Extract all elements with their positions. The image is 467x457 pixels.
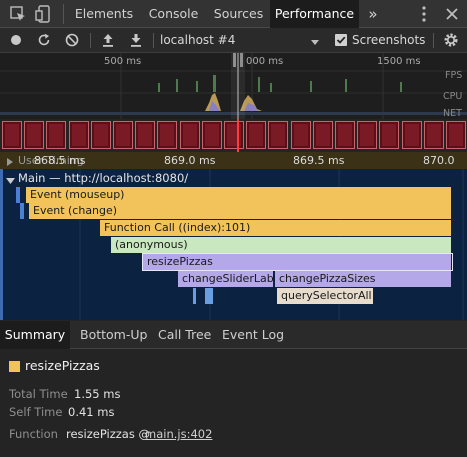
clear-icon[interactable] xyxy=(64,32,80,48)
summary-title: resizePizzas xyxy=(25,358,100,373)
net-track-label: NET xyxy=(443,108,462,119)
screenshot-thumbnail[interactable] xyxy=(357,121,378,149)
cpu-track-label: CPU xyxy=(443,91,463,102)
screenshots-checkbox[interactable] xyxy=(335,34,347,46)
screenshot-thumbnail[interactable] xyxy=(268,121,289,149)
details-tabbar: Summary Bottom-Up Call Tree Event Log xyxy=(0,321,467,349)
flame-event-change[interactable]: Event (change) xyxy=(29,203,452,219)
screenshot-thumbnail[interactable] xyxy=(335,121,355,149)
summary-panel: resizePizzas Total Time 1.55 ms Self Tim… xyxy=(0,349,467,457)
screenshot-thumbnail[interactable] xyxy=(290,121,311,149)
screenshot-thumbnail[interactable] xyxy=(157,121,178,149)
toolbar-divider xyxy=(90,33,91,48)
function-label: Function xyxy=(9,427,58,441)
category-swatch xyxy=(9,361,20,372)
tab-divider xyxy=(63,4,64,24)
toolbar-divider xyxy=(433,33,434,48)
main-thread-title[interactable]: Main — http://localhost:8080/ xyxy=(18,171,188,185)
function-name: resizePizzas @ xyxy=(66,427,150,441)
screenshot-thumbnail[interactable] xyxy=(113,121,133,149)
screenshot-thumbnail[interactable] xyxy=(224,121,244,149)
upload-icon[interactable] xyxy=(100,32,116,48)
flame-resize-pizzas[interactable]: resizePizzas xyxy=(142,253,453,271)
expand-arrow-icon[interactable] xyxy=(6,155,14,169)
settings-gear-icon[interactable] xyxy=(443,32,459,48)
devtools-tabbar: Elements Console Sources Performance » xyxy=(0,0,467,28)
tab-bottom-up[interactable]: Bottom-Up xyxy=(80,321,147,349)
flame-change-pizza-sizes[interactable]: changePizzaSizes xyxy=(275,271,452,287)
tab-console[interactable]: Console xyxy=(140,0,207,28)
time-ruler: User Timing 868.5 ms 869.0 ms 869.5 ms 8… xyxy=(0,152,467,169)
tab-sources[interactable]: Sources xyxy=(207,0,270,28)
timeline-overview[interactable]: 500 ms 000 ms 1500 ms FPS CPU NET xyxy=(0,53,467,119)
screenshots-label[interactable]: Screenshots xyxy=(352,33,425,47)
tab-call-tree[interactable]: Call Tree xyxy=(158,321,211,349)
function-source-link[interactable]: main.js:402 xyxy=(145,427,212,441)
playhead-marker xyxy=(237,119,239,152)
screenshot-thumbnail[interactable] xyxy=(201,121,222,149)
ruler-mark: 868.5 ms xyxy=(34,154,86,167)
screenshot-thumbnail[interactable] xyxy=(179,121,200,149)
screenshot-thumbnail[interactable] xyxy=(446,121,466,149)
flame-anonymous[interactable]: (anonymous) xyxy=(111,237,452,253)
toolbar-divider xyxy=(153,33,154,48)
screenshot-thumbnail[interactable] xyxy=(135,121,156,149)
flame-change-slider-label[interactable]: changeSliderLabel xyxy=(178,271,274,287)
flame-marker[interactable] xyxy=(20,203,24,219)
ruler-mark: 869.5 ms xyxy=(293,154,345,167)
screenshot-thumbnail[interactable] xyxy=(24,121,45,149)
screenshot-thumbnail[interactable] xyxy=(312,121,333,149)
main-thread-flame-chart[interactable]: Main — http://localhost:8080/ Event (mou… xyxy=(0,169,467,320)
fps-track-label: FPS xyxy=(445,70,463,81)
flame-marker[interactable] xyxy=(16,187,20,203)
collapse-arrow-icon[interactable] xyxy=(6,174,15,188)
download-icon[interactable] xyxy=(128,32,144,48)
flame-small-call[interactable] xyxy=(205,288,213,304)
record-icon[interactable] xyxy=(8,32,24,48)
screenshot-thumbnail[interactable] xyxy=(46,121,67,149)
overview-time-mark: 500 ms xyxy=(104,56,142,67)
performance-toolbar: localhost #4 Screenshots xyxy=(0,28,467,53)
flame-query-selector-all[interactable]: querySelectorAll xyxy=(277,288,374,304)
tab-elements[interactable]: Elements xyxy=(68,0,140,28)
screenshot-thumbnail[interactable] xyxy=(379,121,400,149)
ruler-mark: 869.0 ms xyxy=(164,154,216,167)
screenshot-thumbnail[interactable] xyxy=(2,121,22,149)
flame-small-call[interactable] xyxy=(193,288,196,304)
reload-record-icon[interactable] xyxy=(36,32,52,48)
self-time-label: Self Time xyxy=(9,405,63,419)
profile-select[interactable]: localhost #4 xyxy=(160,32,330,49)
flame-function-call[interactable]: Function Call ((index):101) xyxy=(100,220,452,236)
inspect-element-icon[interactable] xyxy=(8,4,28,24)
screenshot-thumbnail[interactable] xyxy=(401,121,422,149)
dropdown-arrow-icon xyxy=(310,36,320,50)
tab-event-log[interactable]: Event Log xyxy=(222,321,284,349)
more-options-icon[interactable] xyxy=(414,4,434,24)
total-time-value: 1.55 ms xyxy=(74,387,121,401)
screenshot-filmstrip[interactable] xyxy=(0,119,467,152)
screenshot-thumbnail[interactable] xyxy=(68,121,89,149)
screenshot-thumbnail[interactable] xyxy=(423,121,444,149)
more-tabs-icon[interactable]: » xyxy=(362,0,384,28)
overview-time-mark: 000 ms xyxy=(246,56,284,67)
ruler-mark: 870.0 xyxy=(423,154,455,167)
close-icon[interactable] xyxy=(442,4,462,24)
device-toolbar-icon[interactable] xyxy=(34,4,54,24)
flame-event-mouseup[interactable]: Event (mouseup) xyxy=(26,187,452,203)
tab-performance[interactable]: Performance xyxy=(270,0,359,28)
self-time-value: 0.41 ms xyxy=(68,405,115,419)
profile-select-value: localhost #4 xyxy=(160,33,236,47)
tab-summary[interactable]: Summary xyxy=(0,321,70,349)
screenshot-thumbnail[interactable] xyxy=(246,121,267,149)
overview-time-mark: 1500 ms xyxy=(377,56,421,67)
total-time-label: Total Time xyxy=(9,387,68,401)
screenshot-thumbnail[interactable] xyxy=(90,121,111,149)
